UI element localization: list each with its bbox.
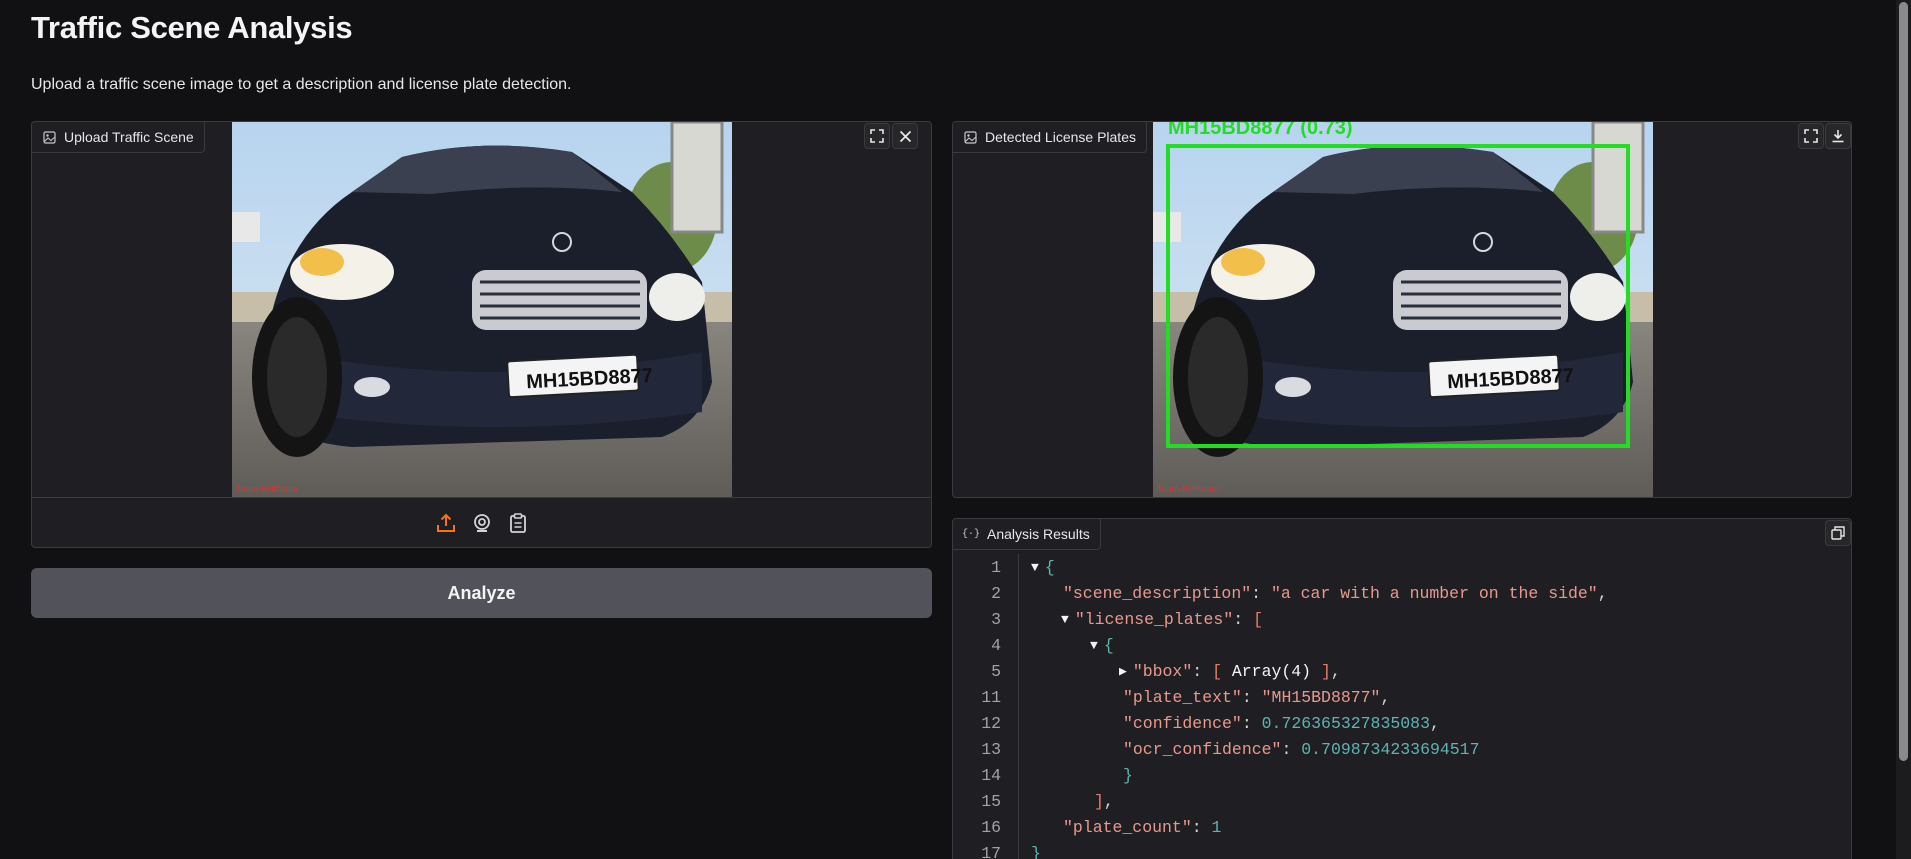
detected-panel-label-text: Detected License Plates xyxy=(985,129,1136,145)
detected-image: MH15BD8877 MH15BD8877 (0.73) Team-BHP.co… xyxy=(1153,122,1653,497)
json-line: 2 "scene_description": "a car with a num… xyxy=(953,580,1851,606)
json-value: "a car with a number on the side" xyxy=(1270,583,1598,603)
line-number: 5 xyxy=(991,661,1001,681)
analysis-results-panel: {·} Analysis Results 1 ▼{ 2 "scene_descr… xyxy=(952,518,1852,859)
image-icon xyxy=(963,130,977,144)
upload-panel-label-text: Upload Traffic Scene xyxy=(64,129,194,145)
json-value: "MH15BD8877" xyxy=(1261,687,1381,707)
json-key: "scene_description" xyxy=(1063,583,1252,603)
json-key: "ocr_confidence" xyxy=(1123,739,1282,759)
collapse-toggle-icon[interactable]: ▼ xyxy=(1061,612,1069,627)
page-title: Traffic Scene Analysis xyxy=(31,10,353,45)
image-icon xyxy=(42,130,56,144)
line-number: 13 xyxy=(981,739,1001,759)
results-panel-label-text: Analysis Results xyxy=(987,526,1090,542)
json-key: "bbox" xyxy=(1132,661,1193,681)
webcam-button[interactable] xyxy=(470,511,494,535)
upload-panel[interactable]: Upload Traffic Scene MH15BD8877 Team-BHP… xyxy=(31,121,932,548)
json-viewer: 1 ▼{ 2 "scene_description": "a car with … xyxy=(953,554,1851,859)
line-number: 3 xyxy=(991,609,1001,629)
json-value: 0.7098734233694517 xyxy=(1301,739,1480,759)
json-key: "confidence" xyxy=(1123,713,1242,733)
json-line: 12 "confidence": 0.726365327835083, xyxy=(953,710,1851,736)
line-number: 16 xyxy=(981,817,1001,837)
fullscreen-icon xyxy=(870,129,884,143)
line-number: 11 xyxy=(981,687,1001,707)
line-number: 2 xyxy=(991,583,1001,603)
json-line: 3 ▼ "license_plates": [ xyxy=(953,606,1851,632)
fullscreen-icon xyxy=(1804,129,1818,143)
close-icon xyxy=(899,130,911,142)
line-number: 1 xyxy=(991,557,1001,577)
json-key: "plate_count" xyxy=(1063,817,1192,837)
json-line: 13 "ocr_confidence": 0.7098734233694517 xyxy=(953,736,1851,762)
json-line: 1 ▼{ xyxy=(953,554,1851,580)
collapse-toggle-icon[interactable]: ▼ xyxy=(1031,560,1039,575)
upload-watermark: Team-BHP.com xyxy=(236,484,298,494)
download-button[interactable] xyxy=(1825,123,1851,149)
webcam-icon xyxy=(473,513,490,532)
upload-file-button[interactable] xyxy=(434,511,458,535)
json-line: 11 "plate_text": "MH15BD8877", xyxy=(953,684,1851,710)
upload-icon xyxy=(436,513,455,532)
json-line: 4 ▼{ xyxy=(953,632,1851,658)
json-line: 16 "plate_count": 1 xyxy=(953,814,1851,840)
clear-image-button[interactable] xyxy=(892,123,918,149)
scrollbar-thumb[interactable] xyxy=(1899,2,1908,761)
page-scrollbar[interactable] xyxy=(1896,0,1911,859)
detection-label: MH15BD8877 (0.73) xyxy=(1168,122,1353,139)
json-line: 17 } xyxy=(953,840,1851,859)
results-panel-label: {·} Analysis Results xyxy=(953,519,1101,550)
fullscreen-button[interactable] xyxy=(864,123,890,149)
paste-clipboard-button[interactable] xyxy=(506,511,530,535)
line-number: 17 xyxy=(981,843,1001,859)
detected-panel-label: Detected License Plates xyxy=(953,122,1147,153)
expand-toggle-icon[interactable]: ▶ xyxy=(1119,664,1127,679)
json-line: 14 } xyxy=(953,762,1851,788)
fullscreen-button[interactable] xyxy=(1798,123,1824,149)
upload-toolbar xyxy=(32,497,931,547)
json-key: "plate_text" xyxy=(1123,687,1242,707)
line-number: 14 xyxy=(981,765,1001,785)
json-line: 15 ], xyxy=(953,788,1851,814)
analyze-button[interactable]: Analyze xyxy=(31,568,932,618)
json-value: 0.726365327835083 xyxy=(1261,713,1430,733)
page-subtitle: Upload a traffic scene image to get a de… xyxy=(31,76,572,93)
copy-json-button[interactable] xyxy=(1825,520,1851,546)
clipboard-icon xyxy=(509,512,526,533)
download-icon xyxy=(1832,130,1844,143)
line-number: 15 xyxy=(981,791,1001,811)
json-icon: {·} xyxy=(962,528,981,540)
collapsed-array-summary[interactable]: Array(4) xyxy=(1232,662,1311,681)
upload-panel-label: Upload Traffic Scene xyxy=(32,122,205,153)
collapse-toggle-icon[interactable]: ▼ xyxy=(1090,638,1098,653)
copy-icon xyxy=(1831,526,1845,540)
json-line: 5 ▶ "bbox": [ Array(4) ], xyxy=(953,658,1851,684)
uploaded-image: MH15BD8877 Team-BHP.com xyxy=(232,122,732,498)
json-value: 1 xyxy=(1211,817,1222,837)
line-number: 12 xyxy=(981,713,1001,733)
line-number: 4 xyxy=(991,635,1001,655)
json-key: "license_plates" xyxy=(1074,609,1234,629)
detected-plates-panel: Detected License Plates MH15BD8877 MH15B… xyxy=(952,121,1852,498)
detected-watermark: Team-BHP.com xyxy=(1157,484,1219,494)
